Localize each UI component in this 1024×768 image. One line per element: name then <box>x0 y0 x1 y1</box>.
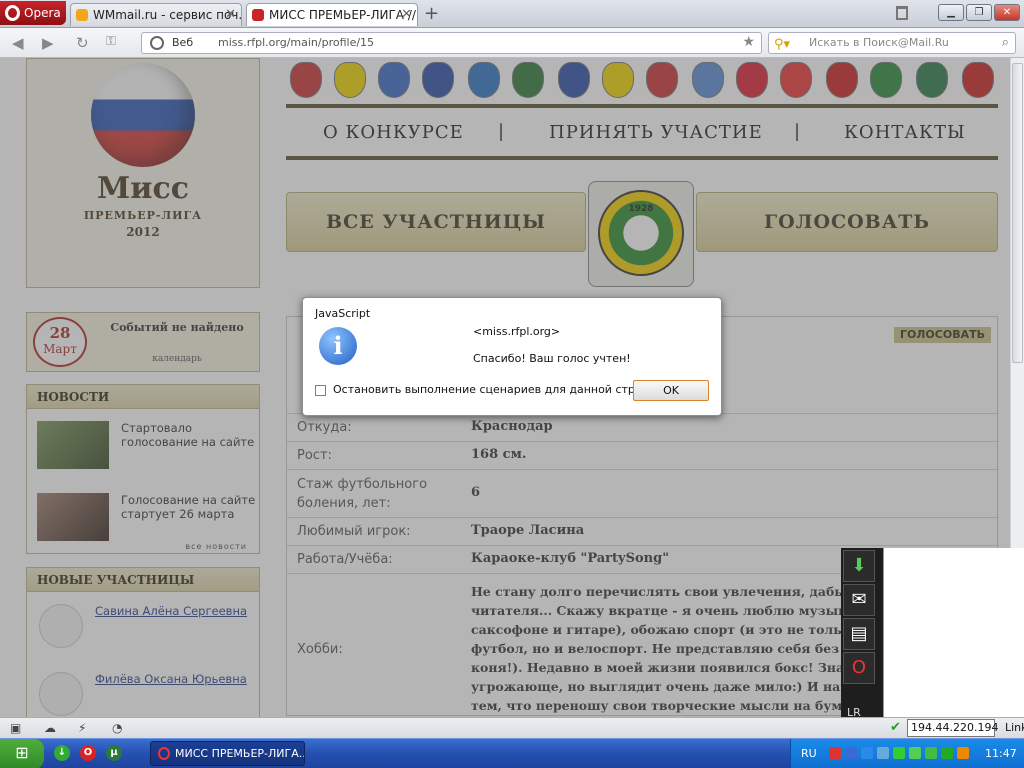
star-icon[interactable]: ★ <box>742 32 755 52</box>
search-placeholder: Искать в Поиск@Mail.Ru <box>809 36 949 49</box>
close-window-button[interactable]: ✕ <box>994 4 1020 21</box>
tray-icon[interactable] <box>925 747 937 759</box>
tab-bar: Opera WMmail.ru - сервис поч… ✕ МИСС ПРЕ… <box>0 0 1024 28</box>
speed-dial-icon[interactable]: ◔ <box>112 721 122 735</box>
trash-icon[interactable] <box>896 6 908 20</box>
taskbar-task-opera[interactable]: МИСС ПРЕМЬЕР-ЛИГА... <box>150 741 305 766</box>
checkmark-icon: ✔ <box>890 720 901 735</box>
opera-menu-button[interactable]: Opera <box>0 1 66 25</box>
dialog-title: JavaScript <box>315 307 371 320</box>
download-icon[interactable]: ↓ <box>54 745 70 761</box>
tray-icon[interactable] <box>941 747 953 759</box>
language-indicator[interactable]: RU <box>801 747 817 760</box>
mail-icon[interactable]: ✉ <box>843 584 875 616</box>
info-icon: i <box>319 327 357 365</box>
tray-icon[interactable] <box>957 747 969 759</box>
opera-side-panel: ⬇ ✉ ▤ O LR <box>841 548 883 738</box>
task-label: МИСС ПРЕМЬЕР-ЛИГА... <box>175 747 305 760</box>
javascript-alert-dialog: JavaScript i <miss.rfpl.org> Спасибо! Ва… <box>302 297 722 416</box>
tray-icon[interactable] <box>909 747 921 759</box>
ok-button[interactable]: OK <box>633 380 709 401</box>
utorrent-icon[interactable]: µ <box>106 745 122 761</box>
back-icon[interactable]: ◀ <box>12 34 24 52</box>
address-field[interactable]: Веб miss.rfpl.org/main/profile/15 ★ <box>141 32 762 54</box>
scrollbar-thumb[interactable] <box>1012 63 1023 363</box>
dialog-message: Спасибо! Ваш голос учтен! <box>473 352 631 365</box>
forward-icon[interactable]: ▶ <box>42 34 54 52</box>
tab-title: МИСС ПРЕМЬЕР-ЛИГА //… <box>269 8 418 22</box>
stop-scripts-checkbox[interactable] <box>315 385 326 396</box>
tray-icon[interactable] <box>829 747 841 759</box>
close-tab-icon[interactable]: ✕ <box>401 4 412 26</box>
download-icon[interactable]: ⬇ <box>843 550 875 582</box>
turbo-icon[interactable]: ⚡ <box>78 721 86 735</box>
address-mode-label: Веб <box>172 36 194 49</box>
key-icon[interactable]: ⚿ <box>106 34 116 49</box>
tab-wmmail[interactable]: WMmail.ru - сервис поч… ✕ <box>70 3 242 26</box>
address-url: miss.rfpl.org/main/profile/15 <box>218 36 375 49</box>
windows-taskbar: ⊞ ↓ O µ МИСС ПРЕМЬЕР-ЛИГА... RU 11:47 <box>0 738 1024 768</box>
panel-toggle-icon[interactable]: ▣ <box>10 721 21 735</box>
minimize-button[interactable]: ▁ <box>938 4 964 21</box>
tray-icon[interactable] <box>845 747 857 759</box>
new-tab-icon[interactable]: + <box>424 3 439 24</box>
opera-menu-label: Opera <box>24 6 61 20</box>
magnifier-icon[interactable]: ⌕ <box>1002 33 1009 53</box>
dialog-origin: <miss.rfpl.org> <box>473 325 561 338</box>
windows-logo-icon: ⊞ <box>15 743 29 762</box>
rfpl-favicon-icon <box>252 9 264 21</box>
globe-icon <box>150 36 164 50</box>
side-panel-content <box>883 548 1024 720</box>
close-tab-icon[interactable]: ✕ <box>225 4 236 26</box>
start-button[interactable]: ⊞ <box>0 739 44 768</box>
search-engine-icon[interactable]: ⚲▾ <box>774 35 790 55</box>
tray-icon[interactable] <box>893 747 905 759</box>
tab-miss-rfpl[interactable]: МИСС ПРЕМЬЕР-ЛИГА //… ✕ <box>246 3 418 26</box>
search-field[interactable]: ⚲▾ Искать в Поиск@Mail.Ru ⌕ <box>768 32 1016 54</box>
reload-icon[interactable]: ↻ <box>76 34 89 52</box>
notes-icon[interactable]: ▤ <box>843 618 875 650</box>
status-bar: ▣ ☁ ⚡ ◔ ✔ 194.44.220.194 Link <box>0 717 1024 738</box>
address-toolbar: ◀ ▶ ↻ ⚿ Веб miss.rfpl.org/main/profile/1… <box>0 28 1024 58</box>
opera-icon[interactable]: O <box>843 652 875 684</box>
stop-scripts-label[interactable]: Остановить выполнение сценариев для данн… <box>333 383 672 396</box>
wmmail-favicon-icon <box>76 9 88 21</box>
tray-icon[interactable] <box>877 747 889 759</box>
system-tray: RU 11:47 <box>790 739 1024 768</box>
unite-icon[interactable]: ☁ <box>44 721 56 735</box>
tab-title: WMmail.ru - сервис поч… <box>93 8 242 22</box>
maximize-button[interactable]: ❐ <box>966 4 992 21</box>
clock: 11:47 <box>985 747 1017 760</box>
tray-icon[interactable] <box>861 747 873 759</box>
opera-icon <box>158 747 170 760</box>
opera-icon[interactable]: O <box>80 745 96 761</box>
link-label[interactable]: Link <box>1005 721 1024 734</box>
opera-logo-icon <box>5 5 20 21</box>
ip-address-field[interactable]: 194.44.220.194 <box>907 719 998 737</box>
